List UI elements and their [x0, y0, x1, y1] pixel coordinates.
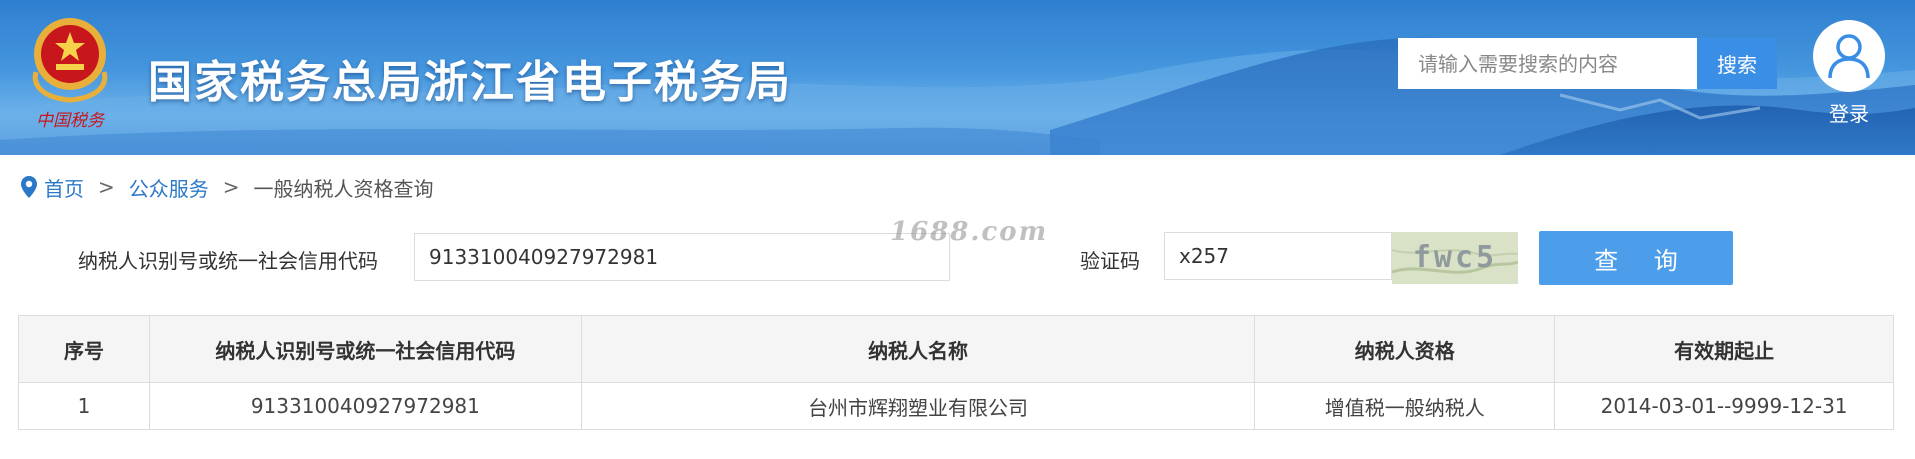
query-button[interactable]: 查 询 — [1539, 231, 1733, 285]
column-header-taxpayer-id: 纳税人识别号或统一社会信用代码 — [148, 315, 582, 383]
user-avatar-icon[interactable] — [1813, 20, 1885, 92]
svg-text:中国税务: 中国税务 — [36, 111, 106, 131]
breadcrumb: 首页 > 公众服务 > 一般纳税人资格查询 — [20, 172, 434, 202]
breadcrumb-separator: > — [98, 175, 115, 199]
breadcrumb-home-link[interactable]: 首页 — [44, 173, 84, 202]
column-header-qualification: 纳税人资格 — [1254, 315, 1556, 383]
taxpayer-id-input[interactable] — [414, 233, 950, 281]
breadcrumb-current: 一般纳税人资格查询 — [253, 176, 434, 201]
site-title: 国家税务总局浙江省电子税务局 — [148, 57, 792, 108]
column-header-index: 序号 — [18, 315, 150, 383]
taxpayer-id-label: 纳税人识别号或统一社会信用代码 — [78, 249, 378, 273]
table-header-row: 序号 纳税人识别号或统一社会信用代码 纳税人名称 纳税人资格 有效期起止 — [18, 315, 1894, 383]
breadcrumb-separator: > — [222, 175, 240, 199]
table-row: 1 913310040927972981 台州市辉翔塑业有限公司 增值税一般纳税… — [18, 382, 1894, 430]
captcha-label: 验证码 — [1080, 249, 1140, 273]
login-label[interactable]: 登录 — [1812, 98, 1886, 127]
watermark-text: 1688.com — [890, 217, 1049, 247]
login-button[interactable]: 登录 — [1812, 20, 1886, 127]
breadcrumb-public-service-link[interactable]: 公众服务 — [129, 173, 209, 202]
column-header-taxpayer-name: 纳税人名称 — [580, 315, 1256, 383]
cell-taxpayer-name: 台州市辉翔塑业有限公司 — [580, 382, 1256, 430]
cell-qualification: 增值税一般纳税人 — [1254, 382, 1556, 430]
cell-index: 1 — [18, 382, 150, 430]
search-button[interactable]: 搜索 — [1697, 38, 1777, 89]
captcha-input[interactable] — [1164, 232, 1392, 280]
svg-text:fwc5: fwc5 — [1413, 240, 1497, 275]
tax-emblem-logo: 中国税务 — [32, 18, 108, 131]
result-table: 序号 纳税人识别号或统一社会信用代码 纳税人名称 纳税人资格 有效期起止 1 9… — [18, 315, 1894, 430]
captcha-image[interactable]: fwc5 — [1392, 232, 1518, 284]
search-input[interactable] — [1398, 38, 1697, 89]
cell-taxpayer-id: 913310040927972981 — [148, 382, 582, 430]
cell-validity: 2014-03-01--9999-12-31 — [1554, 382, 1894, 430]
location-pin-icon — [20, 175, 38, 199]
column-header-validity: 有效期起止 — [1554, 315, 1894, 383]
site-header: 中国税务 国家税务总局浙江省电子税务局 搜索 登录 — [0, 0, 1915, 155]
